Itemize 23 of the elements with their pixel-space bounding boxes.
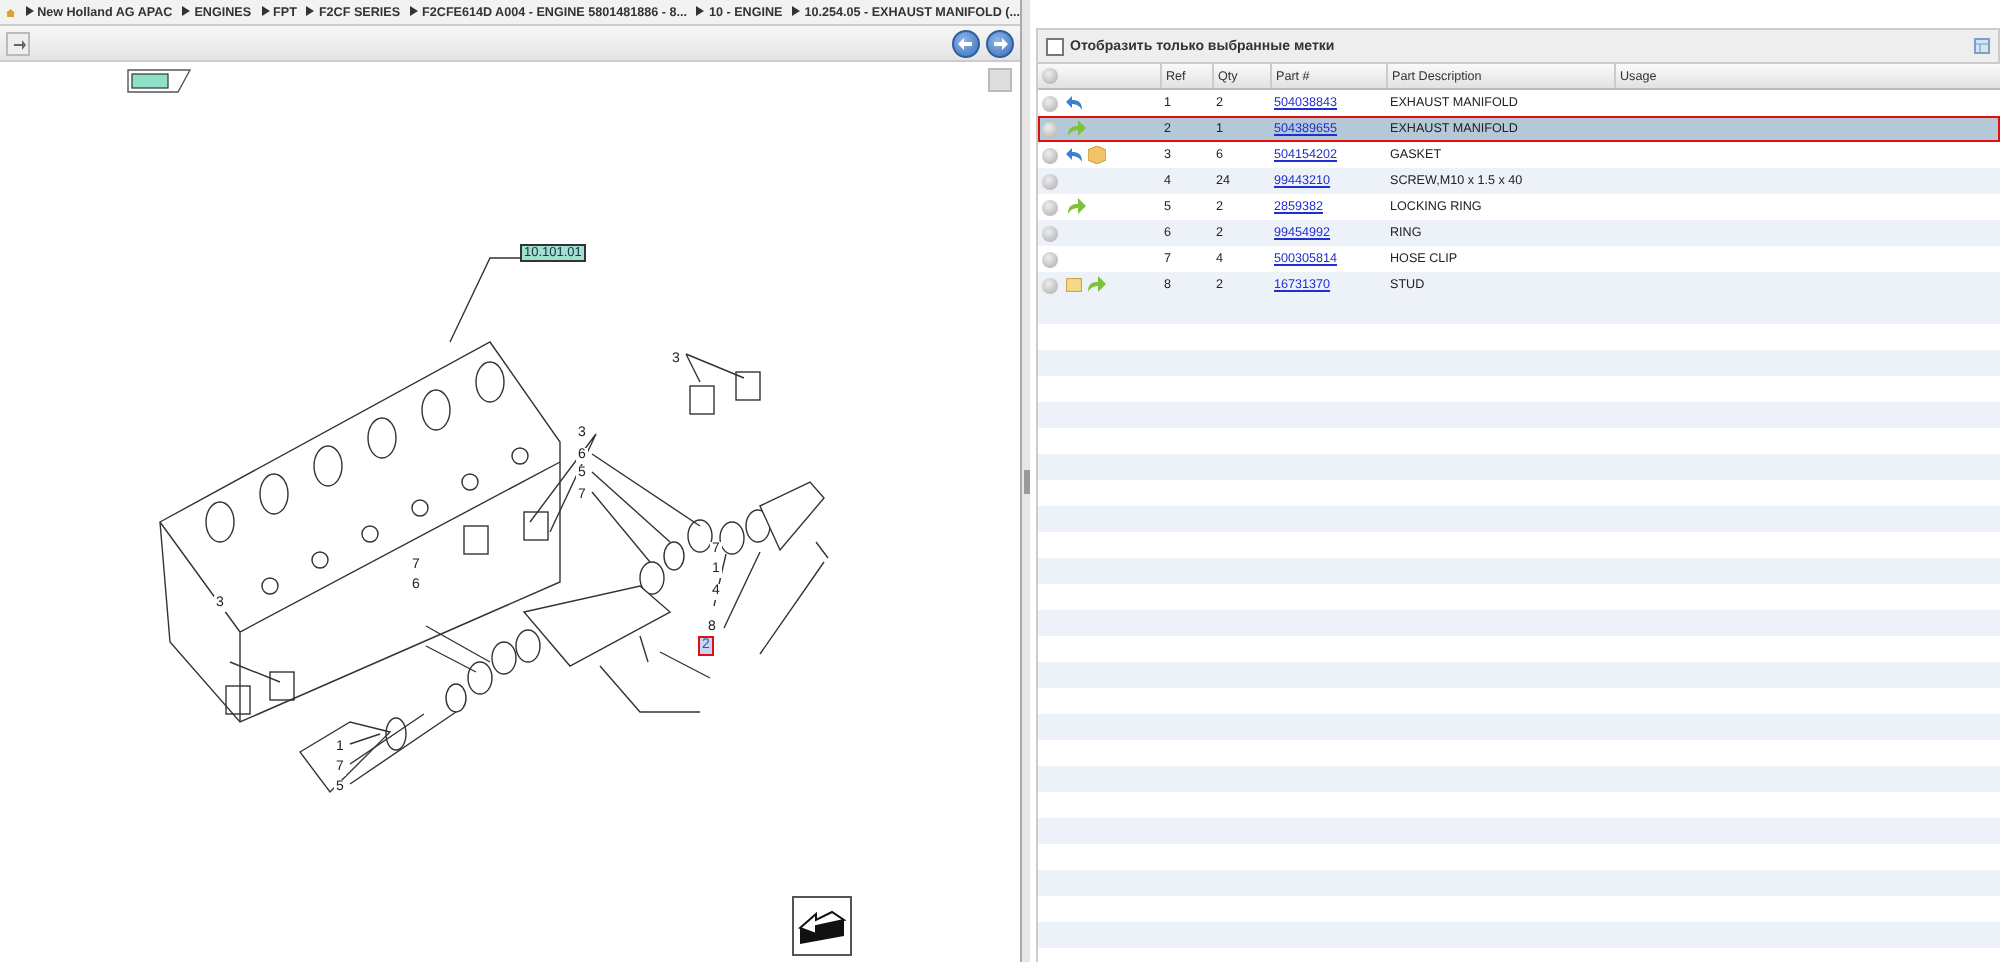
forward-button[interactable] [986,29,1014,57]
triangle-icon [25,5,34,19]
splitter-handle[interactable] [1023,469,1029,493]
home-icon[interactable] [6,5,16,19]
triangle-icon [182,5,191,19]
left-arrow-icon [958,35,974,51]
triangle-icon [410,5,419,19]
scroll-box[interactable] [988,68,1012,92]
curved-arrow-icon [1066,198,1086,216]
triangle-icon [696,5,705,19]
filter-checkbox[interactable] [1046,37,1064,55]
triangle-icon [306,5,315,19]
back-button[interactable] [952,29,980,57]
table-icon[interactable] [1974,38,1990,54]
curved-arrow-icon [1086,276,1106,294]
export-button[interactable] [6,31,30,55]
arrow-icon [11,36,25,50]
triangle-icon [792,5,801,19]
triangle-icon [261,5,270,19]
right-arrow-icon [992,35,1008,51]
tag-icon[interactable] [126,68,192,94]
box-icon [1088,146,1106,164]
note-icon [1066,278,1082,292]
